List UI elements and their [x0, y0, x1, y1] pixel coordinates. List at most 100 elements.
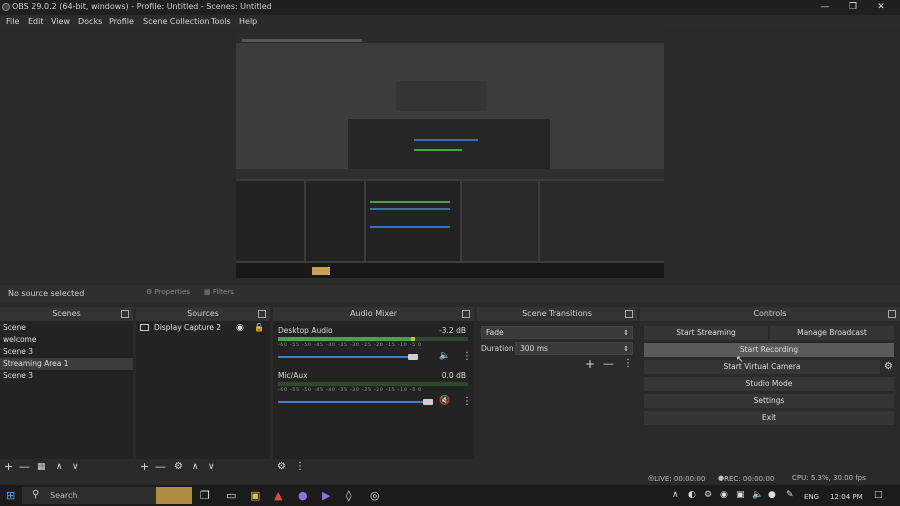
- tray-icon-1[interactable]: ◐: [688, 489, 696, 502]
- window-title: OBS 29.0.2 (64-bit, windows) - Profile: …: [12, 2, 272, 11]
- remove-scene-icon[interactable]: —: [19, 460, 30, 474]
- file-icon[interactable]: ▭: [226, 489, 236, 502]
- cpu-status: CPU: 5.3%, 30.00 fps: [792, 474, 866, 482]
- status-bar: ◎ LIVE: 00:00:00 ● REC: 00:00:00 CPU: 5.…: [0, 473, 900, 485]
- source-settings-icon[interactable]: ⚙: [174, 460, 183, 474]
- dock-float-icon[interactable]: [625, 310, 633, 318]
- minimize-icon[interactable]: —: [810, 0, 840, 15]
- spin-arrows-icon[interactable]: ⇕: [623, 343, 629, 355]
- kebab-menu-icon[interactable]: ⋮: [462, 396, 472, 407]
- dock-float-icon[interactable]: [888, 310, 896, 318]
- menu-help[interactable]: Help: [239, 17, 257, 26]
- file-explorer-icon[interactable]: ▣: [250, 489, 260, 502]
- no-source-label: No source selected: [8, 289, 85, 298]
- settings-button[interactable]: Settings: [644, 394, 894, 408]
- kebab-menu-icon[interactable]: ⋮: [623, 358, 633, 369]
- nested-context: [236, 169, 664, 179]
- duration-label: Duration: [481, 344, 514, 353]
- menu-view[interactable]: View: [51, 17, 70, 26]
- transition-value: Fade: [486, 328, 504, 337]
- tray-icon-4[interactable]: ▣: [736, 489, 745, 502]
- advanced-audio-icon[interactable]: ⚙: [277, 460, 286, 474]
- list-item[interactable]: Scene: [0, 322, 133, 334]
- brave-browser-icon[interactable]: ▲: [274, 489, 282, 502]
- source-item[interactable]: Display Capture 2 ◉ 🔓: [136, 322, 270, 334]
- dock-float-icon[interactable]: [462, 310, 470, 318]
- tray-icon-3[interactable]: ◉: [720, 489, 728, 502]
- add-scene-icon[interactable]: +: [4, 460, 13, 474]
- chevron-up-icon[interactable]: ∧: [672, 489, 679, 502]
- start-virtual-camera-button[interactable]: Start Virtual Camera: [644, 360, 880, 374]
- volume-fader[interactable]: [278, 356, 413, 358]
- maximize-icon[interactable]: ❐: [838, 0, 868, 15]
- tray-icon-2[interactable]: ⚙: [704, 489, 712, 502]
- dock-float-icon[interactable]: [258, 310, 266, 318]
- windows-start-icon[interactable]: ⊞: [6, 489, 15, 502]
- start-streaming-button[interactable]: Start Streaming: [644, 326, 768, 340]
- start-recording-button[interactable]: Start Recording: [644, 343, 894, 357]
- list-item[interactable]: welcome: [0, 334, 133, 346]
- fader-handle[interactable]: [423, 399, 433, 405]
- app-icon[interactable]: ◊: [346, 489, 351, 502]
- duration-value: 300 ms: [520, 344, 548, 353]
- properties-button[interactable]: ⚙ Properties: [146, 288, 190, 296]
- channel-db: -3.2 dB: [439, 326, 466, 335]
- scene-filters-icon[interactable]: ▦: [37, 460, 46, 474]
- dock-float-icon[interactable]: [121, 310, 129, 318]
- live-status: ◎ LIVE: 00:00:00: [648, 474, 706, 483]
- move-down-icon[interactable]: ∨: [72, 460, 79, 474]
- list-item-selected[interactable]: Streaming Area 1: [0, 358, 133, 370]
- move-down-icon[interactable]: ∨: [208, 460, 215, 474]
- gear-icon[interactable]: ⚙: [884, 361, 893, 372]
- exit-button[interactable]: Exit: [644, 411, 894, 425]
- list-item[interactable]: Scene 3: [0, 346, 133, 358]
- search-highlight-image: [156, 487, 192, 504]
- taskbar-search[interactable]: ⚲ Search: [22, 487, 192, 504]
- nested-fader-2: [370, 208, 450, 210]
- add-source-icon[interactable]: +: [140, 460, 149, 474]
- transition-select[interactable]: Fade ⇕: [481, 326, 633, 339]
- remove-source-icon[interactable]: —: [155, 460, 166, 474]
- task-view-icon[interactable]: ❐: [200, 489, 210, 502]
- kebab-menu-icon[interactable]: ⋮: [462, 351, 472, 362]
- duration-spinbox[interactable]: 300 ms ⇕: [515, 342, 633, 355]
- move-up-icon[interactable]: ∧: [56, 460, 63, 474]
- notification-icon[interactable]: □: [874, 489, 883, 502]
- clock[interactable]: 12:04 PM: [830, 491, 863, 504]
- pen-icon[interactable]: ✎: [786, 489, 794, 502]
- menu-tools[interactable]: Tools: [211, 17, 231, 26]
- add-transition-icon[interactable]: +: [585, 357, 595, 371]
- speaker-icon[interactable]: 🔈: [439, 351, 450, 361]
- studio-mode-button[interactable]: Studio Mode: [644, 377, 894, 391]
- menu-scene-collection[interactable]: Scene Collection: [143, 17, 210, 26]
- remove-transition-icon[interactable]: —: [603, 357, 614, 370]
- menu-edit[interactable]: Edit: [28, 17, 44, 26]
- menu-profile[interactable]: Profile: [109, 17, 134, 26]
- volume-icon[interactable]: 🔈: [752, 489, 763, 502]
- menu-docks[interactable]: Docks: [78, 17, 102, 26]
- list-item[interactable]: Scene 3: [0, 370, 133, 382]
- lock-icon[interactable]: 🔓: [254, 322, 264, 334]
- visual-studio-icon[interactable]: ▶: [322, 489, 330, 502]
- scenes-title: Scenes: [52, 309, 81, 318]
- close-icon[interactable]: ✕: [866, 0, 896, 15]
- preview-canvas[interactable]: [236, 31, 664, 278]
- obs-taskbar-icon[interactable]: ◎: [370, 489, 380, 502]
- scenes-list: Scene welcome Scene 3 Streaming Area 1 S…: [0, 322, 133, 382]
- manage-broadcast-button[interactable]: Manage Broadcast: [770, 326, 894, 340]
- filters-label: Filters: [212, 288, 234, 296]
- channel-db: 0.0 dB: [441, 371, 466, 380]
- move-up-icon[interactable]: ∧: [192, 460, 199, 474]
- microphone-icon[interactable]: ●: [768, 489, 776, 502]
- filters-button[interactable]: ▦ Filters: [204, 288, 234, 296]
- kebab-menu-icon[interactable]: ⋮: [295, 460, 305, 474]
- fader-handle[interactable]: [408, 354, 418, 360]
- app-icon-purple[interactable]: ●: [298, 489, 308, 502]
- volume-fader[interactable]: [278, 401, 428, 403]
- menu-file[interactable]: File: [6, 17, 19, 26]
- language-indicator[interactable]: ENG: [804, 491, 819, 504]
- meter-ticks: -60 -55 -50 -45 -40 -35 -30 -25 -20 -15 …: [278, 388, 422, 393]
- eye-icon[interactable]: ◉: [236, 322, 244, 334]
- muted-speaker-icon[interactable]: 🔇: [439, 396, 450, 406]
- taskbar: ⊞ ⚲ Search ❐ ▭ ▣ ▲ ● ▶ ◊ ◎ ∧ ◐ ⚙ ◉ ▣ 🔈 ●…: [0, 485, 900, 506]
